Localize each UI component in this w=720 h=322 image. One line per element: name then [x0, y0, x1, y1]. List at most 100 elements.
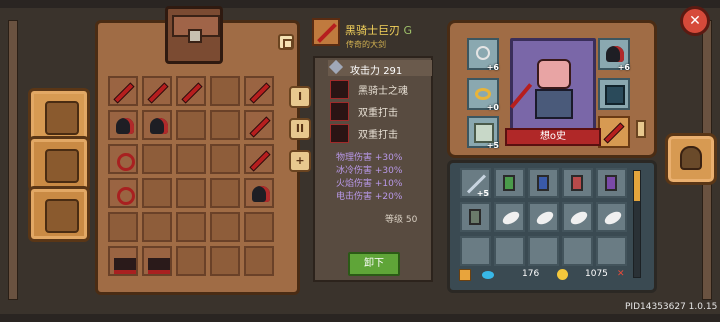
inventory-slot[interactable] [244, 246, 274, 276]
tab-trade[interactable] [28, 186, 90, 242]
bottom-border [0, 314, 720, 322]
inventory-slot[interactable] [108, 178, 138, 208]
inventory-slot[interactable] [244, 110, 274, 140]
close-button[interactable]: ✕ [680, 6, 710, 36]
double-strike-icon [330, 124, 349, 143]
skill-label: 双重打击 [358, 130, 398, 141]
inventory-slot[interactable] [108, 212, 138, 242]
version-label: PID14353627 1.0.15 [625, 302, 718, 312]
slot-badge: +6 [617, 63, 630, 72]
helmet-tab-button[interactable] [665, 133, 717, 185]
bag-slot[interactable] [596, 202, 627, 232]
inventory-slot[interactable] [176, 212, 206, 242]
inventory-slot[interactable] [244, 144, 274, 174]
inventory-slot[interactable] [142, 178, 172, 208]
bag-slot[interactable] [460, 236, 491, 266]
inventory-slot[interactable] [108, 144, 138, 174]
inventory-slot[interactable] [142, 110, 172, 140]
bag-slot[interactable] [494, 202, 525, 232]
inventory-slot[interactable] [210, 110, 240, 140]
inventory-slot[interactable] [210, 212, 240, 242]
inventory-slot[interactable] [142, 246, 172, 276]
bag-slot[interactable] [528, 168, 559, 198]
inventory-slot[interactable] [244, 76, 274, 106]
greatsword-icon [312, 18, 340, 46]
sword-icon [604, 123, 624, 143]
equip-slot-armor[interactable]: +5 [467, 116, 499, 150]
helmet-icon [150, 118, 168, 134]
equip-slot-helmet[interactable]: +6 [598, 38, 630, 72]
character-portrait [509, 38, 596, 134]
lock-icon [459, 269, 471, 281]
inventory-tab-1[interactable]: I [289, 86, 311, 108]
inventory-slot[interactable] [244, 212, 274, 242]
inventory-slot[interactable] [176, 110, 206, 140]
inventory-slot[interactable] [176, 144, 206, 174]
item-rarity: 传奇的大剑 [346, 40, 386, 49]
inventory-slot[interactable] [108, 76, 138, 106]
inventory-tab-add[interactable]: + [289, 150, 311, 172]
rune-card-icon [605, 175, 617, 191]
chest-armor-icon [605, 85, 625, 105]
bag-slot[interactable] [562, 202, 593, 232]
unequip-button[interactable]: 卸下 [348, 252, 400, 276]
inventory-slot[interactable] [176, 178, 206, 208]
bag-slot[interactable] [528, 202, 559, 232]
stat-fire: 火焰伤害 +10% [336, 179, 403, 189]
inventory-slot[interactable] [108, 110, 138, 140]
bag-scrollbar[interactable] [633, 170, 641, 278]
inventory-slot[interactable] [142, 212, 172, 242]
black-knight-soul-icon [330, 80, 349, 99]
equip-slot-amulet[interactable]: +6 [467, 38, 499, 72]
inventory-slot[interactable] [210, 246, 240, 276]
skill-row[interactable]: 黑骑士之魂 [330, 80, 430, 99]
inventory-slot[interactable] [108, 246, 138, 276]
inventory-slot[interactable] [244, 178, 274, 208]
inventory-tab-2[interactable]: II [289, 118, 311, 140]
stat-physical: 物理伤害 +30% [336, 153, 403, 163]
character-head [537, 59, 571, 89]
storage-chest[interactable] [165, 6, 223, 64]
inventory-slot[interactable] [176, 246, 206, 276]
slot-badge: +5 [486, 141, 499, 150]
inventory-slot[interactable] [210, 178, 240, 208]
bag-slot[interactable] [528, 236, 559, 266]
attack-value: 291 [383, 66, 403, 77]
bag-slot[interactable] [562, 168, 593, 198]
bag-slot[interactable] [562, 236, 593, 266]
item-level: 等级 50 [385, 215, 418, 225]
rune-card-icon [571, 175, 583, 191]
coin-icon [557, 269, 568, 280]
inventory-slot[interactable] [210, 76, 240, 106]
bag-slot[interactable] [494, 168, 525, 198]
bag-slot[interactable]: +5 [460, 168, 491, 198]
feather-icon [534, 209, 556, 227]
scroll-thumb[interactable] [634, 171, 640, 201]
character-name: 想o史 [505, 128, 601, 146]
inventory-slot[interactable] [142, 76, 172, 106]
double-strike-icon [330, 102, 349, 121]
stat-cold: 冰冷伤害 +30% [336, 166, 403, 176]
equip-slot-weapon[interactable] [598, 116, 630, 148]
bag-slot[interactable] [596, 168, 627, 198]
sort-button[interactable] [278, 34, 294, 50]
inventory-slot[interactable] [210, 144, 240, 174]
skill-row[interactable]: 双重打击 [330, 102, 430, 121]
tab-quests[interactable] [28, 136, 90, 192]
bag-slot[interactable] [596, 236, 627, 266]
sword-icon [250, 117, 270, 137]
sword-icon [250, 151, 270, 171]
inventory-slot[interactable] [142, 144, 172, 174]
slot-badge: +0 [486, 103, 499, 112]
bag-slot[interactable] [460, 202, 491, 232]
helmet-icon [606, 46, 624, 62]
bag-slot[interactable] [494, 236, 525, 266]
rune-card-icon [503, 175, 515, 191]
equip-slot-chest[interactable] [598, 78, 630, 110]
equip-slot-ring[interactable]: +0 [467, 78, 499, 112]
skill-row[interactable]: 双重打击 [330, 124, 430, 143]
helmet-icon [252, 186, 270, 202]
skill-label: 黑骑士之魂 [358, 86, 408, 97]
skill-label: 双重打击 [358, 108, 398, 119]
inventory-slot[interactable] [176, 76, 206, 106]
